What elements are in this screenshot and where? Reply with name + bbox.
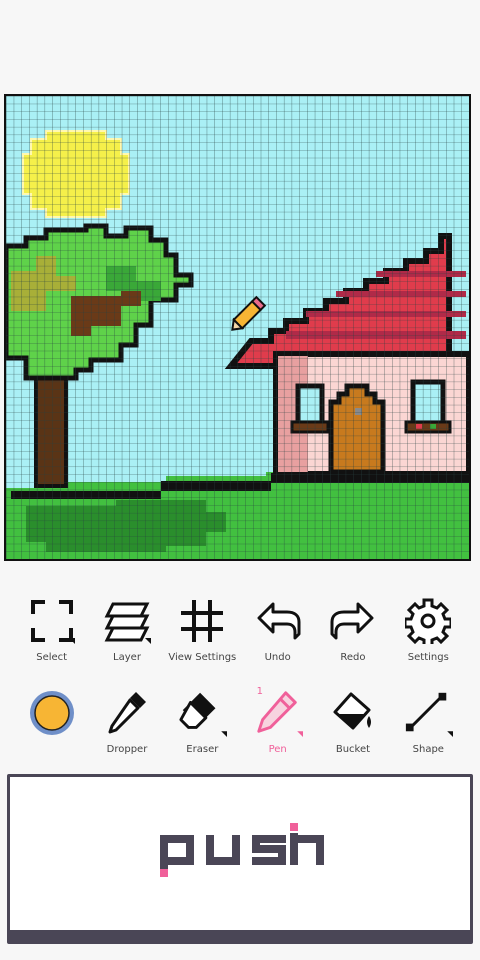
color-swatch-icon xyxy=(27,688,77,738)
gear-icon xyxy=(403,596,453,646)
pen-button[interactable]: 1 Pen xyxy=(240,686,315,755)
pen-icon: 1 xyxy=(253,686,303,738)
settings-label: Settings xyxy=(407,652,449,663)
bucket-icon xyxy=(328,688,378,738)
eraser-button[interactable]: Eraser xyxy=(165,688,240,755)
redo-arrow-icon xyxy=(328,596,378,646)
view-settings-button[interactable]: View Settings xyxy=(165,596,240,663)
shape-button[interactable]: Shape xyxy=(391,688,466,755)
pixel-canvas[interactable] xyxy=(4,94,471,561)
toolbar-top: Select Layer View Settings Undo Redo Set… xyxy=(14,596,466,663)
eraser-label: Eraser xyxy=(186,744,219,755)
layer-button[interactable]: Layer xyxy=(89,596,164,663)
shape-label: Shape xyxy=(412,744,444,755)
view-settings-label: View Settings xyxy=(168,652,237,663)
color-picker-button[interactable] xyxy=(14,688,89,755)
push-button[interactable] xyxy=(7,774,473,944)
redo-label: Redo xyxy=(340,652,366,663)
undo-button[interactable]: Undo xyxy=(240,596,315,663)
bucket-button[interactable]: Bucket xyxy=(315,688,390,755)
grid-icon xyxy=(177,596,227,646)
layer-label: Layer xyxy=(113,652,141,663)
shape-line-icon xyxy=(403,688,454,738)
toolbar-bottom: Dropper Eraser 1 Pen Bucket Shape xyxy=(14,686,466,755)
undo-arrow-icon xyxy=(253,596,303,646)
dropper-icon xyxy=(102,688,152,738)
pen-size-count: 1 xyxy=(256,686,264,697)
settings-button[interactable]: Settings xyxy=(391,596,466,663)
dropper-label: Dropper xyxy=(106,744,148,755)
select-button[interactable]: Select xyxy=(14,596,89,663)
select-label: Select xyxy=(36,652,68,663)
bucket-label: Bucket xyxy=(335,744,371,755)
pen-label: Pen xyxy=(268,744,287,755)
layers-icon xyxy=(102,596,152,646)
pixel-art xyxy=(6,96,469,559)
select-icon xyxy=(27,596,77,646)
undo-label: Undo xyxy=(264,652,291,663)
eraser-icon xyxy=(177,688,228,738)
dropper-button[interactable]: Dropper xyxy=(89,688,164,755)
push-logo xyxy=(160,823,324,877)
redo-button[interactable]: Redo xyxy=(315,596,390,663)
